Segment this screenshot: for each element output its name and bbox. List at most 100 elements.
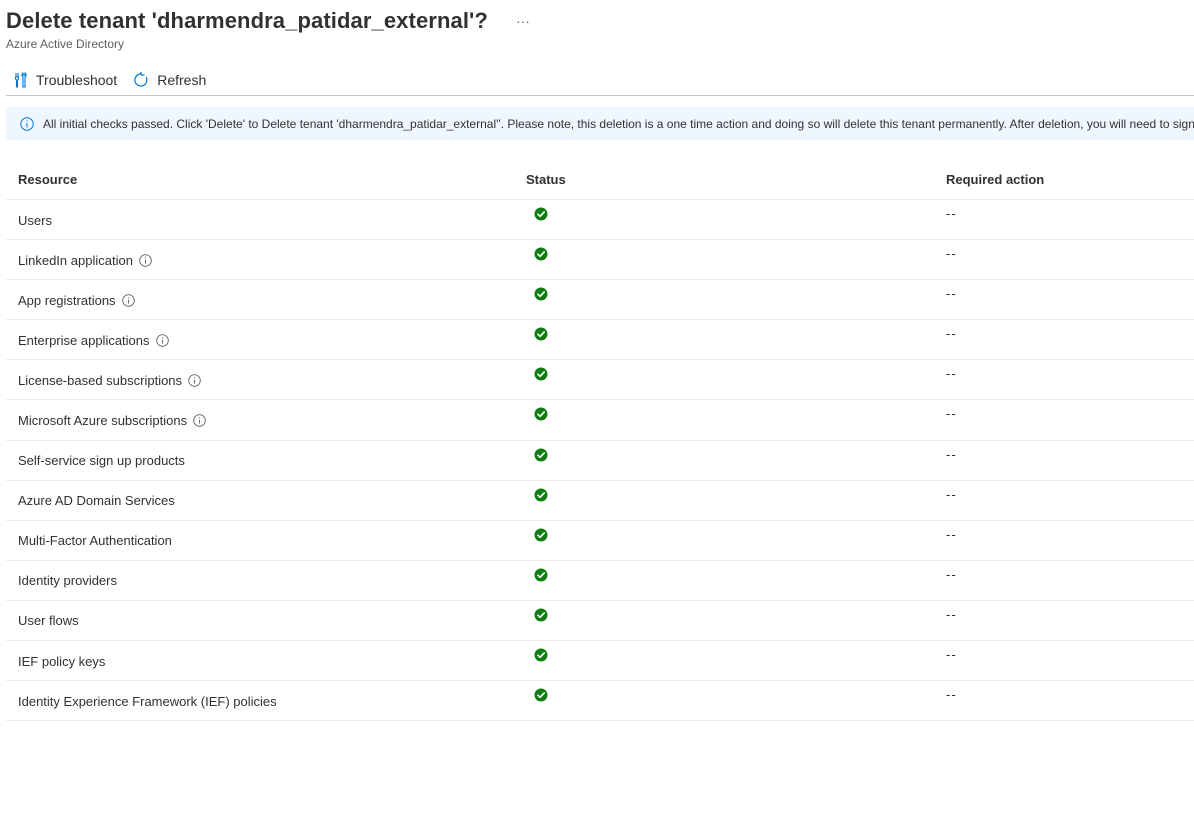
status-cell (526, 400, 946, 439)
required-action-cell: -- (946, 566, 957, 582)
status-cell (526, 521, 946, 560)
status-cell (526, 200, 946, 239)
resource-cell: Multi-Factor Authentication (6, 521, 526, 560)
success-check-icon (534, 448, 548, 462)
success-check-icon (534, 688, 548, 702)
info-icon[interactable] (121, 293, 135, 307)
table-row: License-based subscriptions -- (6, 360, 1194, 401)
resource-cell: Users (6, 200, 526, 239)
resource-name: Identity providers (18, 573, 117, 589)
resource-cell: App registrations (6, 280, 526, 319)
table-body: Users -- LinkedIn application -- App registr… (6, 200, 1194, 722)
resource-name: Azure AD Domain Services (18, 493, 175, 509)
command-bar: Troubleshoot Refresh (6, 64, 1194, 96)
required-action-cell: -- (946, 687, 957, 703)
required-action-cell: -- (946, 326, 957, 342)
resource-name: User flows (18, 613, 79, 629)
resource-name: License-based subscriptions (18, 372, 183, 388)
info-icon[interactable] (188, 374, 201, 387)
column-header-resource[interactable]: Resource (6, 172, 526, 187)
resource-cell: Enterprise applications (6, 320, 526, 359)
table-row: Microsoft Azure subscriptions -- (6, 400, 1194, 441)
table-row: LinkedIn application -- (6, 240, 1194, 281)
resource-name: Self-service sign up products (18, 453, 185, 469)
resource-cell: LinkedIn application (6, 240, 526, 279)
info-icon[interactable] (155, 334, 169, 347)
success-check-icon (534, 608, 548, 622)
required-action-cell: -- (946, 246, 957, 262)
table-row: Self-service sign up products -- (6, 441, 1194, 481)
required-action-cell: -- (946, 606, 957, 622)
resource-cell: Azure AD Domain Services (6, 481, 526, 520)
resource-name: Enterprise applications (18, 332, 150, 348)
required-action-cell: -- (946, 406, 957, 422)
info-icon (20, 116, 34, 131)
resource-cell: IEF policy keys (6, 641, 526, 680)
status-cell (526, 280, 946, 319)
success-check-icon (534, 528, 548, 542)
status-cell (526, 240, 946, 279)
table-row: Multi-Factor Authentication -- (6, 521, 1194, 561)
success-check-icon (534, 648, 548, 662)
table-row: Identity providers -- (6, 561, 1194, 601)
status-cell (526, 561, 946, 600)
status-cell (526, 641, 946, 680)
table-row: Users -- (6, 200, 1194, 241)
resource-name: Identity Experience Framework (IEF) poli… (18, 693, 277, 709)
resource-name: LinkedIn application (18, 252, 133, 268)
success-check-icon (534, 488, 548, 502)
page-title: Delete tenant 'dharmendra_patidar_extern… (6, 8, 488, 33)
resource-name: Multi-Factor Authentication (18, 533, 172, 549)
table-row: Enterprise applications -- (6, 320, 1194, 361)
wrench-icon (14, 71, 36, 88)
resource-cell: License-based subscriptions (6, 360, 526, 399)
status-cell (526, 601, 946, 640)
success-check-icon (534, 407, 548, 421)
table-row: Identity Experience Framework (IEF) poli… (6, 681, 1194, 722)
status-cell (526, 360, 946, 399)
status-cell (526, 681, 946, 720)
success-check-icon (534, 207, 548, 221)
page-subtitle: Azure Active Directory (6, 37, 125, 51)
resource-cell: Identity Experience Framework (IEF) poli… (6, 681, 526, 720)
required-action-cell: -- (946, 647, 957, 663)
table-row: App registrations -- (6, 280, 1194, 321)
page-header: Delete tenant 'dharmendra_patidar_extern… (6, 6, 1186, 51)
resource-name: Users (18, 212, 52, 228)
resource-cell: User flows (6, 601, 526, 640)
resource-table: Resource Status Required action Users -- L… (6, 160, 1194, 722)
table-header: Resource Status Required action (6, 160, 1194, 200)
column-header-status[interactable]: Status (526, 172, 946, 187)
table-row: Azure AD Domain Services -- (6, 481, 1194, 521)
refresh-button[interactable]: Refresh (125, 66, 214, 94)
info-banner: All initial checks passed. Click 'Delete… (6, 107, 1194, 140)
column-header-required-action[interactable]: Required action (946, 172, 1194, 187)
refresh-icon (133, 71, 157, 88)
required-action-cell: -- (946, 486, 957, 502)
success-check-icon (534, 287, 548, 301)
required-action-cell: -- (946, 286, 957, 302)
title-row: Delete tenant 'dharmendra_patidar_extern… (6, 6, 1186, 36)
troubleshoot-button[interactable]: Troubleshoot (6, 66, 125, 94)
resource-cell: Microsoft Azure subscriptions (6, 400, 526, 439)
success-check-icon (534, 327, 548, 341)
more-options-button[interactable]: ··· (512, 13, 534, 29)
table-row: User flows -- (6, 601, 1194, 642)
refresh-label: Refresh (157, 71, 207, 88)
success-check-icon (534, 568, 548, 582)
info-message: All initial checks passed. Click 'Delete… (43, 116, 1194, 131)
info-icon[interactable] (139, 253, 152, 267)
troubleshoot-label: Troubleshoot (36, 71, 118, 88)
required-action-cell: -- (946, 446, 957, 462)
required-action-cell: -- (946, 206, 957, 221)
resource-name: Microsoft Azure subscriptions (18, 413, 188, 429)
resource-cell: Self-service sign up products (6, 441, 526, 480)
table-row: IEF policy keys -- (6, 641, 1194, 682)
success-check-icon (534, 367, 548, 381)
resource-cell: Identity providers (6, 561, 526, 600)
status-cell (526, 481, 946, 520)
resource-name: App registrations (18, 292, 116, 308)
info-icon[interactable] (193, 414, 206, 427)
required-action-cell: -- (946, 366, 957, 382)
status-cell (526, 441, 946, 480)
